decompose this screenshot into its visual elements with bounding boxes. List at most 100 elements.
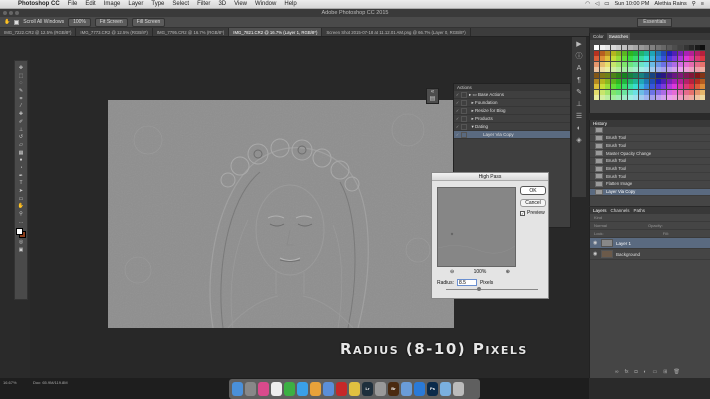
color-swatch[interactable]: [694, 45, 700, 50]
color-swatch[interactable]: [616, 89, 622, 95]
menu-image[interactable]: Image: [100, 1, 125, 7]
color-swatch[interactable]: [605, 89, 611, 95]
info-panel-icon[interactable]: ⓘ: [575, 53, 583, 61]
color-swatch[interactable]: [661, 72, 667, 78]
menu-type[interactable]: Type: [147, 1, 168, 7]
color-swatch[interactable]: [633, 78, 639, 84]
color-swatch[interactable]: [638, 95, 644, 101]
color-swatch[interactable]: [616, 61, 622, 67]
color-swatch[interactable]: [621, 72, 627, 78]
color-swatch[interactable]: [655, 56, 661, 62]
color-swatch[interactable]: [683, 72, 689, 78]
color-swatch[interactable]: [644, 78, 650, 84]
layer-name[interactable]: Layer 1: [616, 241, 631, 246]
color-swatch[interactable]: [655, 95, 661, 101]
color-swatch[interactable]: [694, 95, 700, 101]
menu-layer[interactable]: Layer: [124, 1, 147, 7]
dialog-toggle[interactable]: [461, 99, 467, 106]
color-swatch[interactable]: [627, 89, 633, 95]
color-swatch[interactable]: [683, 78, 689, 84]
visibility-eye-icon[interactable]: ◉: [593, 240, 598, 246]
dialog-toggle[interactable]: [461, 107, 467, 114]
color-swatch[interactable]: [655, 67, 661, 73]
color-swatches[interactable]: [16, 228, 26, 239]
layer-row[interactable]: ◉ Background: [590, 249, 710, 260]
color-swatch[interactable]: [677, 72, 683, 78]
clone-source-icon[interactable]: ⊥: [575, 101, 583, 109]
color-swatch[interactable]: [677, 61, 683, 67]
quick-select-tool-icon[interactable]: ✎: [16, 88, 26, 95]
color-swatch[interactable]: [689, 45, 695, 50]
color-swatch[interactable]: [644, 61, 650, 67]
color-swatch[interactable]: [616, 56, 622, 62]
doc-tab[interactable]: IMG_7795.CR2 @ 16.7% (RGB/8*): [153, 28, 230, 36]
actions-panel-icon[interactable]: ▶: [575, 41, 583, 49]
swatch-grid[interactable]: [594, 45, 706, 101]
color-swatch[interactable]: [633, 45, 639, 50]
color-swatch[interactable]: [655, 89, 661, 95]
color-swatch[interactable]: [638, 78, 644, 84]
color-swatch[interactable]: [638, 45, 644, 50]
color-swatch[interactable]: [638, 50, 644, 56]
brush-panel-icon[interactable]: ✎: [575, 89, 583, 97]
color-swatch[interactable]: [610, 61, 616, 67]
tab-paths[interactable]: Paths: [634, 207, 646, 214]
color-swatch[interactable]: [633, 56, 639, 62]
more-tools-icon[interactable]: …: [16, 219, 26, 226]
color-swatch[interactable]: [599, 95, 605, 101]
color-swatch[interactable]: [649, 72, 655, 78]
minimize-window-button[interactable]: [9, 11, 13, 15]
radius-slider-handle[interactable]: [477, 287, 481, 291]
history-row-selected[interactable]: Layer Via Copy: [590, 188, 710, 197]
color-swatch[interactable]: [616, 84, 622, 90]
color-swatch[interactable]: [700, 67, 706, 73]
tab-channels[interactable]: Channels: [611, 207, 630, 214]
color-swatch[interactable]: [694, 84, 700, 90]
color-swatch[interactable]: [655, 78, 661, 84]
color-swatch[interactable]: [661, 78, 667, 84]
eyedropper-tool-icon[interactable]: ⁄: [16, 103, 26, 110]
color-swatch[interactable]: [661, 84, 667, 90]
color-swatch[interactable]: [644, 45, 650, 50]
color-swatch[interactable]: [700, 89, 706, 95]
color-swatch[interactable]: [621, 67, 627, 73]
dialog-toggle[interactable]: [461, 91, 467, 98]
hand-tool-icon[interactable]: ✋: [16, 203, 26, 210]
dock-app-itunes-icon[interactable]: [258, 382, 269, 396]
dock-app-iphoto-icon[interactable]: [375, 382, 386, 396]
color-swatch[interactable]: [644, 67, 650, 73]
color-swatch[interactable]: [599, 45, 605, 50]
notification-icon[interactable]: ≡: [701, 1, 704, 7]
color-swatch[interactable]: [661, 67, 667, 73]
adjustments-icon[interactable]: ◐: [575, 125, 583, 133]
color-swatch[interactable]: [605, 78, 611, 84]
type-tool-icon[interactable]: T: [16, 180, 26, 187]
color-swatch[interactable]: [627, 45, 633, 50]
color-swatch[interactable]: [605, 95, 611, 101]
color-swatch[interactable]: [689, 78, 695, 84]
color-swatch[interactable]: [649, 78, 655, 84]
preview-checkbox[interactable]: ✓: [520, 210, 525, 216]
color-swatch[interactable]: [666, 61, 672, 67]
dock-app-finder-icon[interactable]: [232, 382, 243, 396]
menu-window[interactable]: Window: [251, 1, 280, 7]
color-swatch[interactable]: [644, 84, 650, 90]
color-swatch[interactable]: [616, 72, 622, 78]
dock-app-photos-icon[interactable]: [310, 382, 321, 396]
color-swatch[interactable]: [661, 56, 667, 62]
color-swatch[interactable]: [599, 61, 605, 67]
color-swatch[interactable]: [621, 95, 627, 101]
color-swatch[interactable]: [644, 72, 650, 78]
color-swatch[interactable]: [649, 84, 655, 90]
add-mask-icon[interactable]: ◘: [634, 369, 637, 375]
dialog-toggle[interactable]: [461, 131, 467, 138]
dock-app-messages-icon[interactable]: [297, 382, 308, 396]
radius-slider[interactable]: [446, 287, 538, 291]
color-swatch[interactable]: [610, 45, 616, 50]
dock-app-mail-icon[interactable]: [323, 382, 334, 396]
color-swatch[interactable]: [700, 50, 706, 56]
color-swatch[interactable]: [594, 89, 599, 95]
color-swatch[interactable]: [594, 45, 599, 50]
color-swatch[interactable]: [666, 78, 672, 84]
dock-app-calendar-icon[interactable]: [271, 382, 282, 396]
